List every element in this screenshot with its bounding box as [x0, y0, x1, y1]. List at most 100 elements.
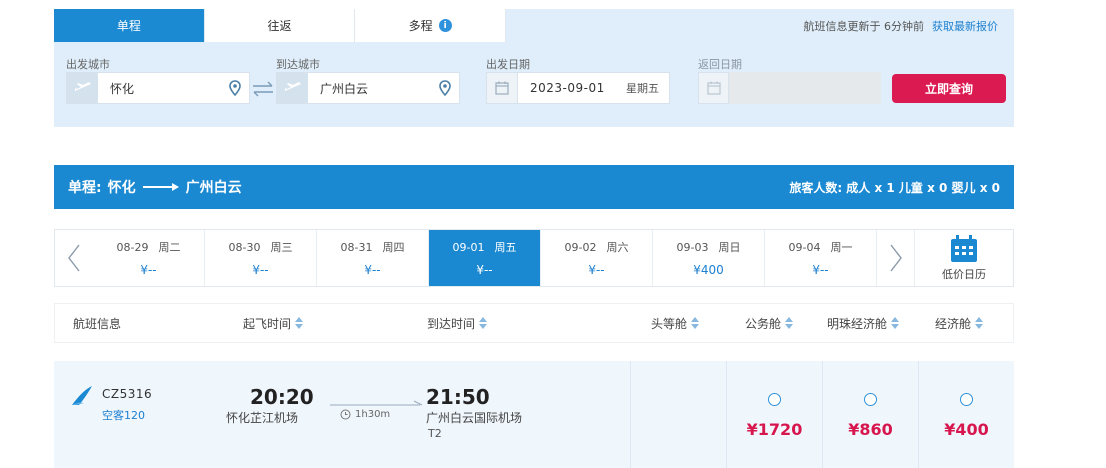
- return-date-field[interactable]: [698, 72, 881, 104]
- date-option-price: ¥--: [812, 263, 829, 277]
- tab-multi-city[interactable]: 多程 i: [355, 9, 507, 42]
- date-option[interactable]: 09-04 周一 ¥--: [765, 230, 877, 286]
- date-option-price: ¥--: [252, 263, 269, 277]
- header-business-class[interactable]: 公务舱: [745, 315, 794, 332]
- sort-icon[interactable]: [785, 317, 794, 329]
- date-option[interactable]: 08-30 周三 ¥--: [205, 230, 317, 286]
- date-option-price: ¥--: [588, 263, 605, 277]
- low-price-calendar-button[interactable]: 低价日历: [915, 230, 1013, 286]
- route-summary-bar: 单程: 怀化 广州白云 旅客人数: 成人 x 1 儿童 x 0 婴儿 x 0: [54, 165, 1014, 209]
- date-option-label: 09-03 周日: [676, 241, 741, 254]
- date-option-label: 09-04 周一: [788, 241, 853, 254]
- date-option[interactable]: 09-03 周日 ¥400: [653, 230, 765, 286]
- date-cells: 08-29 周二 ¥-- 08-30 周三 ¥-- 08-31 周四 ¥-- 09-01 周五 ¥--…: [93, 230, 877, 286]
- date-option-label: 09-01 周五: [452, 241, 517, 254]
- header-economy[interactable]: 经济舱: [935, 315, 984, 332]
- chevron-right-icon: [889, 244, 902, 272]
- tab-round-trip[interactable]: 往返: [204, 9, 356, 42]
- search-button[interactable]: 立即查询: [892, 74, 1006, 103]
- location-pin-icon[interactable]: [431, 80, 459, 96]
- arrive-time: 21:50: [426, 385, 490, 409]
- depart-date-value: 2023-09-01: [530, 81, 605, 95]
- update-note: 航班信息更新于 6分钟前 获取最新报价: [803, 20, 999, 33]
- business-class-price: ¥1720: [746, 420, 803, 439]
- depart-date-label: 出发日期: [486, 58, 530, 71]
- passenger-count: 旅客人数: 成人 x 1 儿童 x 0 婴儿 x 0: [789, 180, 1000, 195]
- flight-duration: 1h30m: [340, 409, 390, 420]
- calendar-icon: [951, 235, 977, 262]
- flight-row: CZ5316 空客120 20:20 怀化芷江机场 1h30m 21:50 广州…: [54, 361, 1014, 468]
- sort-icon[interactable]: [479, 317, 488, 329]
- low-price-calendar-label: 低价日历: [942, 268, 986, 281]
- refresh-price-link[interactable]: 获取最新报价: [932, 20, 998, 33]
- clock-icon: [340, 409, 351, 420]
- aircraft-type-link[interactable]: 空客120: [102, 407, 145, 423]
- flight-number: CZ5316: [102, 387, 153, 401]
- first-class-cell: [630, 361, 726, 468]
- flight-path-arrow-icon: [330, 400, 423, 406]
- swap-cities-icon[interactable]: [250, 79, 276, 99]
- date-option-label: 08-30 周三: [228, 241, 293, 254]
- from-city-value: 怀化: [110, 81, 135, 96]
- trip-type-tabs: 单程 往返 多程 i: [54, 9, 507, 42]
- economy-radio[interactable]: [960, 393, 973, 406]
- return-date-input[interactable]: [729, 72, 881, 104]
- landing-icon: [277, 73, 308, 103]
- depart-weekday: 星期五: [626, 82, 659, 95]
- economy-cell[interactable]: ¥400: [918, 361, 1014, 468]
- takeoff-icon: [67, 73, 98, 103]
- header-premium-economy[interactable]: 明珠经济舱: [827, 315, 900, 332]
- depart-date-field[interactable]: 2023-09-01 星期五: [486, 72, 670, 104]
- date-option-label: 08-29 周二: [116, 241, 181, 254]
- airline-logo-icon: [72, 386, 92, 405]
- to-city-value: 广州白云: [320, 81, 369, 96]
- tab-one-way[interactable]: 单程: [54, 9, 205, 42]
- location-pin-icon[interactable]: [221, 80, 249, 96]
- next-dates-button[interactable]: [877, 230, 915, 286]
- date-option[interactable]: 08-29 周二 ¥--: [93, 230, 205, 286]
- arrive-terminal: T2: [428, 427, 442, 440]
- date-option-label: 09-02 周六: [564, 241, 629, 254]
- date-option[interactable]: 08-31 周四 ¥--: [317, 230, 429, 286]
- to-city-label: 到达城市: [276, 58, 320, 71]
- sort-icon[interactable]: [975, 317, 984, 329]
- depart-airport: 怀化芷江机场: [226, 411, 299, 425]
- date-option[interactable]: 09-02 周六 ¥--: [541, 230, 653, 286]
- date-option-label: 08-31 周四: [340, 241, 405, 254]
- route-to: 广州白云: [185, 180, 242, 196]
- sort-icon[interactable]: [891, 317, 900, 329]
- sort-icon[interactable]: [295, 317, 304, 329]
- trip-type-text: 单程:: [68, 180, 102, 196]
- date-option-price: ¥--: [476, 263, 493, 277]
- search-panel: 单程 往返 多程 i 航班信息更新于 6分钟前 获取最新报价 出发城市 怀化 到达城…: [54, 9, 1014, 127]
- business-class-radio[interactable]: [768, 393, 781, 406]
- date-option-price: ¥400: [693, 263, 724, 277]
- header-flight-info: 航班信息: [73, 316, 122, 331]
- to-city-field[interactable]: 广州白云: [276, 72, 460, 104]
- date-option-price: ¥--: [140, 263, 157, 277]
- info-icon[interactable]: i: [438, 19, 452, 32]
- from-city-field[interactable]: 怀化: [66, 72, 250, 104]
- premium-economy-price: ¥860: [848, 420, 893, 439]
- from-city-label: 出发城市: [66, 58, 110, 71]
- prev-dates-button[interactable]: [55, 230, 93, 286]
- business-class-cell[interactable]: ¥1720: [726, 361, 822, 468]
- sort-icon[interactable]: [691, 317, 700, 329]
- date-option-price: ¥--: [364, 263, 381, 277]
- flight-table-header: 航班信息 起飞时间 到达时间 头等舱 公务舱 明珠经济舱 经济舱: [54, 303, 1014, 343]
- header-depart-time[interactable]: 起飞时间: [243, 315, 304, 332]
- arrive-airport: 广州白云国际机场: [426, 411, 523, 425]
- route-from: 怀化: [107, 180, 136, 196]
- calendar-icon: [487, 73, 518, 103]
- date-strip: 08-29 周二 ¥-- 08-30 周三 ¥-- 08-31 周四 ¥-- 09-01 周五 ¥--…: [54, 229, 1014, 287]
- return-date-label: 返回日期: [698, 58, 742, 71]
- date-option[interactable]: 09-01 周五 ¥--: [429, 230, 541, 286]
- header-first-class[interactable]: 头等舱: [651, 315, 700, 332]
- premium-economy-cell[interactable]: ¥860: [822, 361, 918, 468]
- route-title: 单程: 怀化 广州白云: [68, 177, 242, 197]
- arrow-right-icon: [142, 183, 179, 191]
- depart-time: 20:20: [250, 385, 314, 409]
- premium-economy-radio[interactable]: [864, 393, 877, 406]
- calendar-icon: [698, 72, 729, 104]
- header-arrive-time[interactable]: 到达时间: [427, 315, 488, 332]
